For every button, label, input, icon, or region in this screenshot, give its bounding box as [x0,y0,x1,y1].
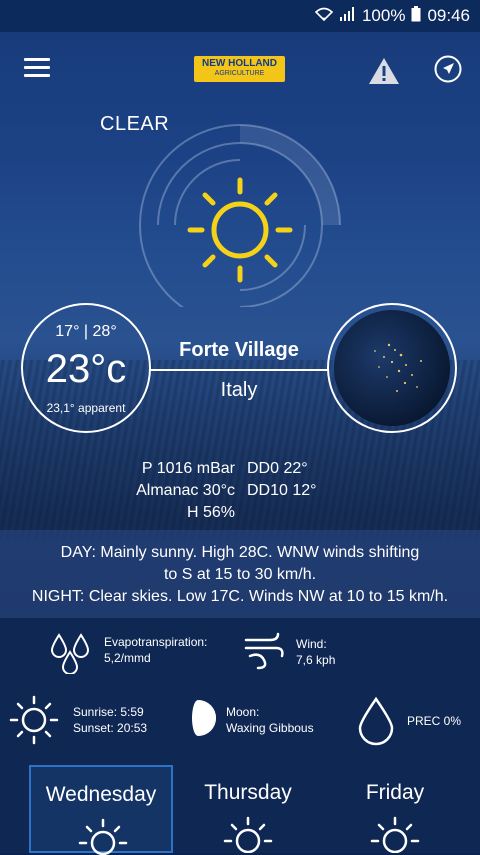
location-button[interactable] [434,55,462,83]
navigation-arrow-icon [434,55,462,83]
menu-button[interactable] [24,58,50,78]
evapotranspiration-label: Evapotranspiration: [104,635,208,649]
logo-subtitle: AGRICULTURE [214,70,265,77]
day-name: Friday [365,781,425,804]
min-max-temperature: 17° | 28° [55,323,117,340]
moon-waxing-gibbous-icon [192,700,216,736]
humidity: H 56% [186,504,235,521]
menu-icon-bar [24,74,50,77]
sunrise: Sunrise: 5:59 [73,705,144,719]
stats-left: P 1016 mBar Almanac 30°c H 56% [100,458,235,524]
day-name: Wednesday [45,783,157,806]
sun-outline-icon [9,695,59,745]
moon: Moon: Waxing Gibbous [186,698,336,744]
location-country: Italy [220,379,258,401]
wind-label: Wind: [296,637,327,651]
precipitation: PREC 0% [356,696,476,746]
sun-outline-icon [370,816,420,853]
warning-icon [369,58,399,84]
temperature-circle: 17° | 28° 23°c 23,1° apparent [21,303,151,433]
sunset: Sunset: 20:53 [73,721,148,735]
sun-outline-icon [223,816,273,853]
day-selector: Wednesday Thursday Friday [0,765,480,855]
stats-right: DD0 22° DD10 12° [247,458,367,502]
current-temperature: 23°c [45,347,127,391]
pressure: P 1016 mBar [141,460,235,477]
battery-icon [411,6,421,26]
logo-title: NEW HOLLAND [202,58,277,69]
wifi-icon [314,6,334,26]
wind-icon [244,632,284,670]
evapotranspiration: Evapotranspiration: 5,2/mmd [48,632,228,676]
night-forecast: NIGHT: Clear skies. Low 17C. Winds NW at… [31,588,449,605]
sun-times: Sunrise: 5:59 Sunset: 20:53 [8,694,178,746]
globe-button[interactable] [327,303,457,433]
sun-icon [187,177,293,283]
degree-days-0: DD0 22° [247,460,308,477]
day-tab-friday[interactable]: Friday [323,765,467,853]
location-name: Forte Village [179,339,299,361]
raindrop-icon [358,696,394,746]
earth-night-icon [334,310,450,426]
water-drops-icon [50,633,90,674]
day-forecast-line2: to S at 15 to 30 km/h. [163,566,317,583]
wind-value: 7,6 kph [296,653,336,667]
status-bar: 100% 09:46 [0,0,480,32]
weather-details: Evapotranspiration: 5,2/mmd Wind: 7,6 kp… [0,618,480,768]
signal-icon [339,7,356,25]
day-tab-thursday[interactable]: Thursday [176,765,320,853]
degree-days-10: DD10 12° [247,482,317,499]
battery-percentage: 100% [361,6,406,25]
moon-label: Moon: [226,705,260,719]
forecast-text: DAY: Mainly sunny. High 28C. WNW winds s… [0,530,480,618]
alert-button[interactable] [367,56,401,86]
sun-outline-icon [78,818,128,855]
moon-phase: Waxing Gibbous [226,721,314,735]
evapotranspiration-value: 5,2/mmd [104,651,151,665]
day-tab-wednesday[interactable]: Wednesday [29,765,173,855]
connector-line [150,369,328,371]
almanac-temperature: Almanac 30°c [136,482,235,499]
menu-icon-bar [24,58,50,61]
condition-label: CLEAR [100,113,170,135]
menu-icon-bar [24,66,50,69]
app-header: NEW HOLLAND AGRICULTURE [0,32,480,107]
day-name: Thursday [204,781,292,804]
precipitation-value: PREC 0% [407,714,462,728]
clock: 09:46 [427,6,470,25]
day-forecast-line1: DAY: Mainly sunny. High 28C. WNW winds s… [60,544,420,561]
new-holland-logo: NEW HOLLAND AGRICULTURE [193,55,286,83]
wind: Wind: 7,6 kph [242,630,382,674]
apparent-temperature: 23,1° apparent [46,401,126,415]
